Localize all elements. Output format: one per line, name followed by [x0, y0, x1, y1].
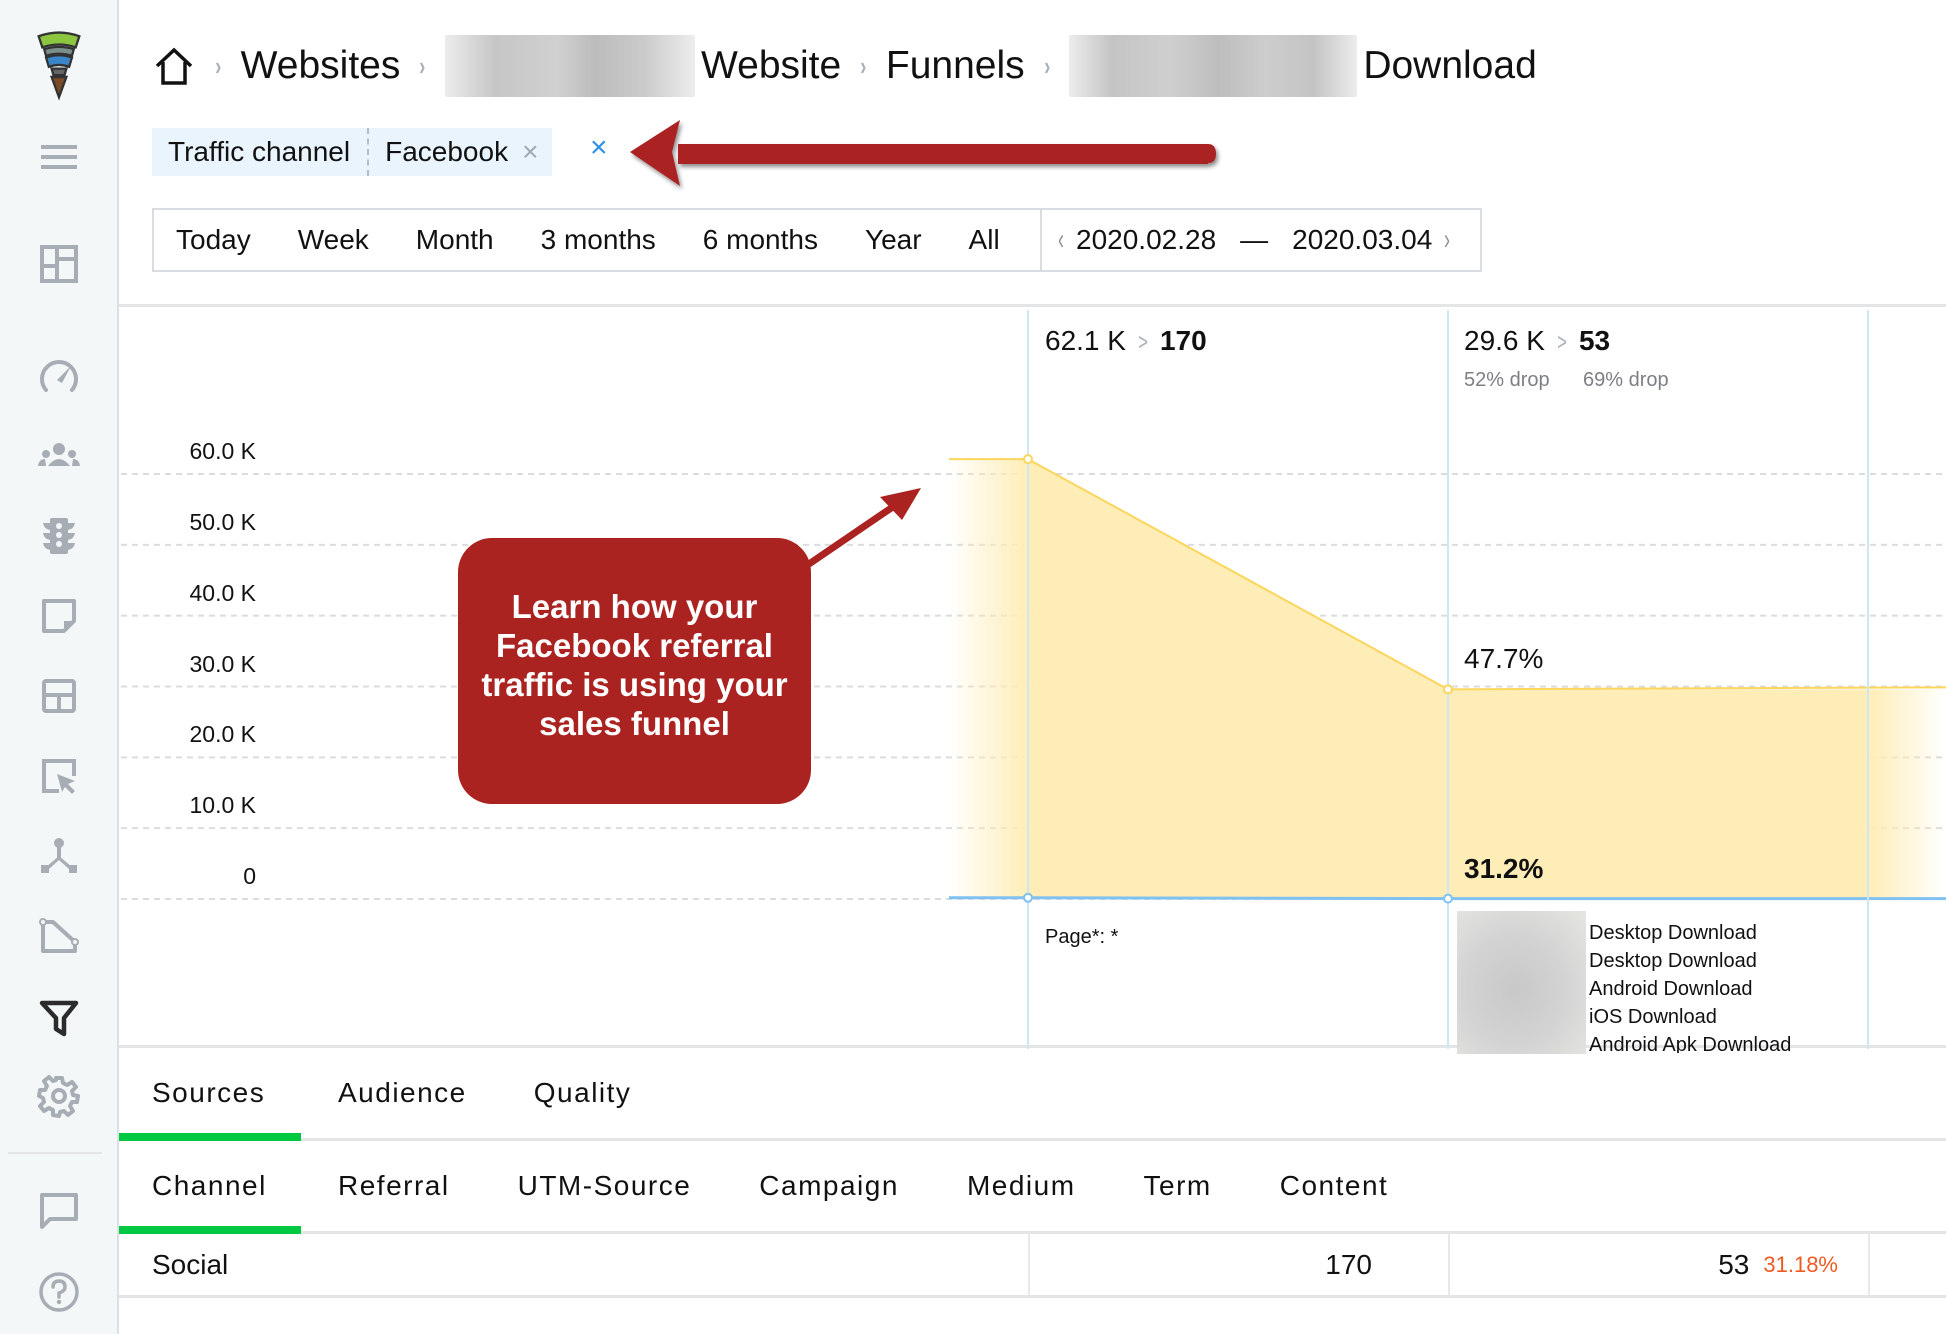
row-step-3-value [1868, 1234, 1946, 1295]
tab-label: Referral [338, 1170, 450, 1201]
tab-label: Channel [152, 1170, 267, 1201]
y-tick-label: 30.0 K [189, 650, 257, 677]
tab-label: Sources [152, 1077, 266, 1108]
funnel-chart: 60.0 K 50.0 K 40.0 K 30.0 K 20.0 K 10.0 K 0 62… [119, 304, 1946, 1054]
tab-utm-source[interactable]: UTM-Source [450, 1141, 692, 1231]
data-point-segment [1443, 893, 1453, 904]
tab-label: Term [1143, 1170, 1212, 1201]
step-2-segment: 53 [1578, 325, 1611, 356]
area-fade-out [1868, 689, 1946, 899]
tab-term[interactable]: Term [1076, 1141, 1212, 1231]
tab-referral[interactable]: Referral [301, 1141, 450, 1231]
data-point-all-visitors [1023, 454, 1033, 465]
step-2-segment-conversion: 31.2% [1464, 853, 1544, 884]
secondary-tabs: Channel Referral UTM-Source Campaign Med… [119, 1141, 1946, 1234]
step-2-desc-line: Desktop Download [1589, 950, 1757, 972]
table-row[interactable]: Social 170 53 31.18% [119, 1234, 1946, 1298]
tab-label: Audience [338, 1077, 467, 1108]
tab-label: Medium [966, 1170, 1076, 1201]
row-step-2-value: 53 31.18% [1448, 1234, 1868, 1295]
row-step-1-value: 170 [1028, 1234, 1448, 1295]
step-2-desc-line: Desktop Download [1589, 922, 1757, 944]
y-tick-label: 40.0 K [189, 579, 257, 606]
area-lead-in [949, 459, 1028, 899]
step-2-header: 29.6 K > 53 [1464, 325, 1610, 357]
y-tick-label: 60.0 K [189, 438, 257, 464]
tab-channel[interactable]: Channel [119, 1141, 301, 1234]
y-tick-label: 10.0 K [189, 792, 257, 819]
step-2-description: Desktop Download Desktop Download Androi… [1589, 919, 1791, 1053]
chevron-right-icon: > [1557, 329, 1567, 356]
step-2-desc-line: Android Download [1589, 978, 1753, 1000]
step-2-total: 29.6 K [1464, 325, 1545, 356]
step-2-rate: 31.18% [1763, 1251, 1838, 1277]
y-tick-label: 20.0 K [189, 721, 257, 748]
redacted-step-thumbnail [1457, 911, 1586, 1054]
tab-sources[interactable]: Sources [119, 1048, 301, 1141]
step-2-count: 53 [1718, 1248, 1750, 1280]
y-tick-label: 50.0 K [189, 508, 257, 535]
step-1-description: Page*: * [1045, 923, 1118, 951]
chevron-right-icon: > [1138, 329, 1148, 356]
step-1-desc-line: Page*: * [1045, 926, 1119, 948]
tab-label: Content [1279, 1170, 1389, 1201]
annotation-callout: Learn how your Facebook referral traffic… [458, 538, 811, 804]
tab-campaign[interactable]: Campaign [691, 1141, 899, 1231]
step-1-header: 62.1 K > 170 [1045, 325, 1207, 357]
step-1-total: 62.1 K [1045, 325, 1126, 356]
row-channel-name: Social [152, 1248, 229, 1280]
tab-label: UTM-Source [517, 1170, 692, 1201]
tab-label: Quality [533, 1077, 632, 1108]
step-1-segment: 170 [1159, 325, 1207, 356]
step-1-count: 170 [1325, 1248, 1372, 1280]
step-2-segment-drop: 69% drop [1583, 369, 1669, 391]
tab-medium[interactable]: Medium [899, 1141, 1076, 1231]
data-point-segment [1023, 892, 1033, 903]
tab-content[interactable]: Content [1212, 1141, 1389, 1231]
step-2-total-conversion: 47.7% [1464, 643, 1544, 674]
y-tick-label: 0 [243, 863, 256, 889]
primary-tabs: Sources Audience Quality [119, 1048, 1946, 1141]
tab-label: Campaign [759, 1170, 899, 1201]
step-2-desc-line: iOS Download [1589, 1006, 1717, 1028]
data-point-all-visitors [1443, 684, 1453, 695]
tab-quality[interactable]: Quality [467, 1048, 632, 1138]
step-2-total-drop: 52% drop [1464, 369, 1550, 391]
tab-audience[interactable]: Audience [301, 1048, 467, 1138]
